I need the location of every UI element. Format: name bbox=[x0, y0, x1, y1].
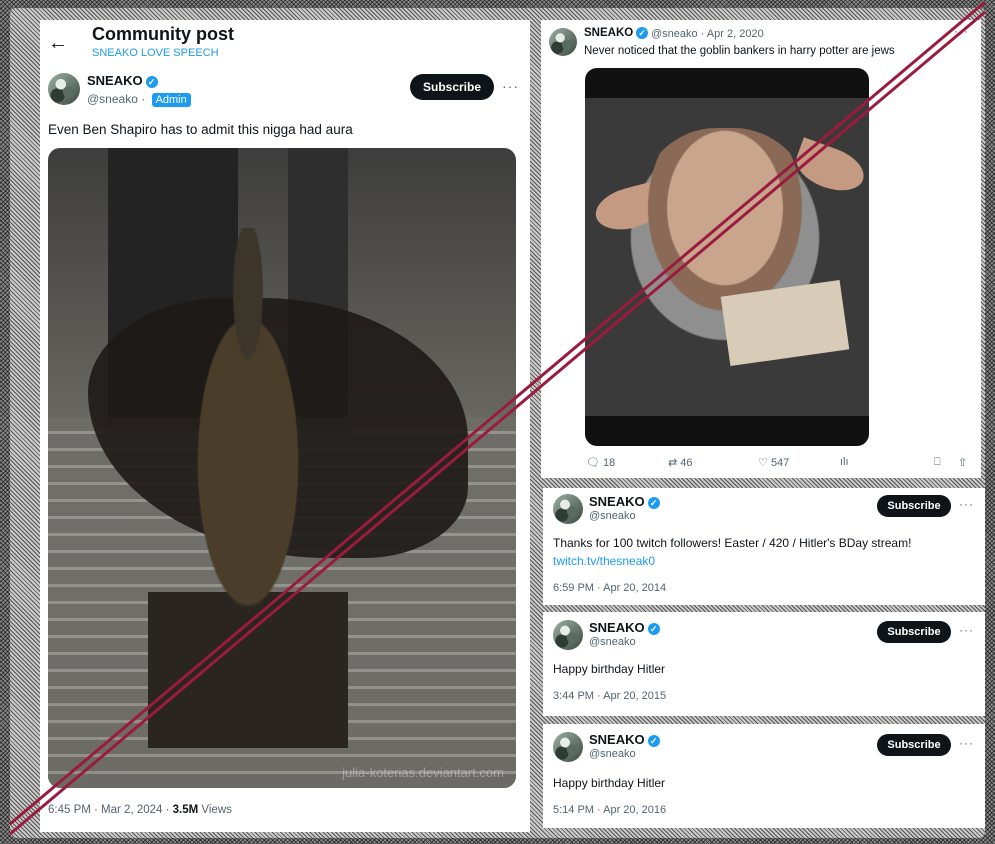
verified-icon: ✓ bbox=[647, 496, 660, 509]
verified-icon: ✓ bbox=[647, 734, 660, 747]
like-count: 547 bbox=[770, 457, 790, 469]
reply-icon: 🗨 bbox=[586, 457, 600, 469]
tweet-card: SNEAKO ✓ @sneako Subscribe ··· Happy birt… bbox=[543, 724, 985, 828]
like-icon: ♡ bbox=[758, 457, 768, 469]
subscribe-button[interactable]: Subscribe bbox=[877, 734, 951, 756]
author-handle[interactable]: @sneako bbox=[589, 636, 636, 648]
avatar[interactable] bbox=[553, 494, 583, 524]
views-count: 3.5M bbox=[172, 804, 199, 816]
community-name[interactable]: SNEAKO LOVE SPEECH bbox=[92, 47, 219, 59]
tweet-card: SNEAKO ✓ @sneako Subscribe ··· Happy birt… bbox=[543, 612, 985, 716]
image-figure bbox=[148, 228, 348, 748]
timestamp-text[interactable]: 6:45 PM · Mar 2, 2024 · bbox=[48, 804, 173, 816]
tweet-text: Happy birthday Hitler bbox=[553, 776, 666, 790]
more-options-icon[interactable]: ··· bbox=[959, 497, 974, 511]
author-name[interactable]: SNEAKO ✓ bbox=[87, 73, 158, 88]
more-options-icon[interactable]: ··· bbox=[959, 736, 974, 750]
reply-button[interactable]: 🗨 18 bbox=[586, 456, 615, 469]
more-options-icon[interactable]: ··· bbox=[954, 24, 969, 38]
subscribe-button[interactable]: Subscribe bbox=[410, 74, 494, 100]
author-handle[interactable]: @sneako bbox=[589, 510, 636, 522]
author-handle[interactable]: @sneako bbox=[589, 748, 636, 760]
back-arrow-icon[interactable]: ← bbox=[48, 32, 68, 55]
author-name-text: SNEAKO bbox=[589, 732, 645, 747]
bookmark-button[interactable]: ⎕ bbox=[934, 456, 941, 469]
subscribe-button[interactable]: Subscribe bbox=[877, 621, 951, 643]
post-image[interactable]: julia-koterias.deviantart.com bbox=[48, 148, 516, 788]
author-name-text: SNEAKO bbox=[87, 73, 143, 88]
post-text: Even Ben Shapiro has to admit this nigga… bbox=[48, 122, 353, 137]
reply-count: 18 bbox=[603, 457, 616, 469]
author-name[interactable]: SNEAKO ✓ bbox=[584, 27, 649, 40]
author-name-text: SNEAKO bbox=[584, 27, 634, 40]
tweet-timestamp[interactable]: 3:44 PM · Apr 20, 2015 bbox=[553, 690, 666, 702]
avatar[interactable] bbox=[48, 73, 80, 105]
author-name[interactable]: SNEAKO ✓ bbox=[589, 620, 660, 635]
tweet-text: Never noticed that the goblin bankers in… bbox=[584, 45, 895, 57]
more-options-icon[interactable]: ··· bbox=[959, 623, 974, 637]
handle-date[interactable]: @sneako · Apr 2, 2020 bbox=[651, 28, 764, 40]
author-name-text: SNEAKO bbox=[589, 494, 645, 509]
bookmark-icon: ⎕ bbox=[934, 456, 941, 468]
verified-icon: ✓ bbox=[647, 622, 660, 635]
tweet-timestamp[interactable]: 6:59 PM · Apr 20, 2014 bbox=[553, 582, 666, 594]
retweet-count: 46 bbox=[680, 457, 693, 469]
views-label: Views bbox=[198, 804, 232, 816]
page-title: Community post bbox=[92, 24, 234, 44]
admin-badge: Admin bbox=[151, 93, 191, 107]
image-watermark: julia-koterias.deviantart.com bbox=[342, 765, 504, 780]
verified-icon: ✓ bbox=[636, 27, 649, 39]
share-icon: ⇧ bbox=[958, 457, 968, 469]
tweet-link[interactable]: twitch.tv/thesneak0 bbox=[553, 554, 655, 568]
more-options-icon[interactable]: ··· bbox=[502, 78, 519, 94]
community-post-card: ← Community post SNEAKO LOVE SPEECH SNEA… bbox=[40, 20, 530, 832]
avatar[interactable] bbox=[553, 732, 583, 762]
tweet-card: SNEAKO ✓ @sneako Subscribe ··· Thanks for… bbox=[543, 488, 985, 605]
tweet-card: SNEAKO ✓ @sneako · Apr 2, 2020 ··· Never … bbox=[541, 20, 981, 478]
like-button[interactable]: ♡ 547 bbox=[758, 456, 789, 469]
retweet-icon: ⇄ bbox=[668, 457, 678, 469]
share-button[interactable]: ⇧ bbox=[958, 456, 967, 469]
tweet-text: Happy birthday Hitler bbox=[553, 662, 666, 676]
author-handle-row: @sneako · Admin bbox=[87, 92, 191, 107]
verified-icon: ✓ bbox=[145, 75, 158, 88]
avatar[interactable] bbox=[553, 620, 583, 650]
post-timestamp: 6:45 PM · Mar 2, 2024 · 3.5M Views bbox=[48, 804, 232, 816]
retweet-button[interactable]: ⇄ 46 bbox=[668, 456, 693, 469]
tweet-timestamp[interactable]: 5:14 PM · Apr 20, 2016 bbox=[553, 804, 666, 816]
tweet-image[interactable] bbox=[585, 68, 869, 446]
views-icon: ılı bbox=[840, 456, 849, 468]
author-name[interactable]: SNEAKO ✓ bbox=[589, 732, 660, 747]
author-handle[interactable]: @sneako bbox=[87, 92, 138, 106]
handle-separator: · bbox=[137, 92, 149, 106]
tweet-text: Thanks for 100 twitch followers! Easter … bbox=[553, 536, 912, 550]
avatar[interactable] bbox=[549, 28, 577, 56]
author-name[interactable]: SNEAKO ✓ bbox=[589, 494, 660, 509]
views-button[interactable]: ılı bbox=[840, 456, 849, 468]
author-name-text: SNEAKO bbox=[589, 620, 645, 635]
subscribe-button[interactable]: Subscribe bbox=[877, 495, 951, 517]
